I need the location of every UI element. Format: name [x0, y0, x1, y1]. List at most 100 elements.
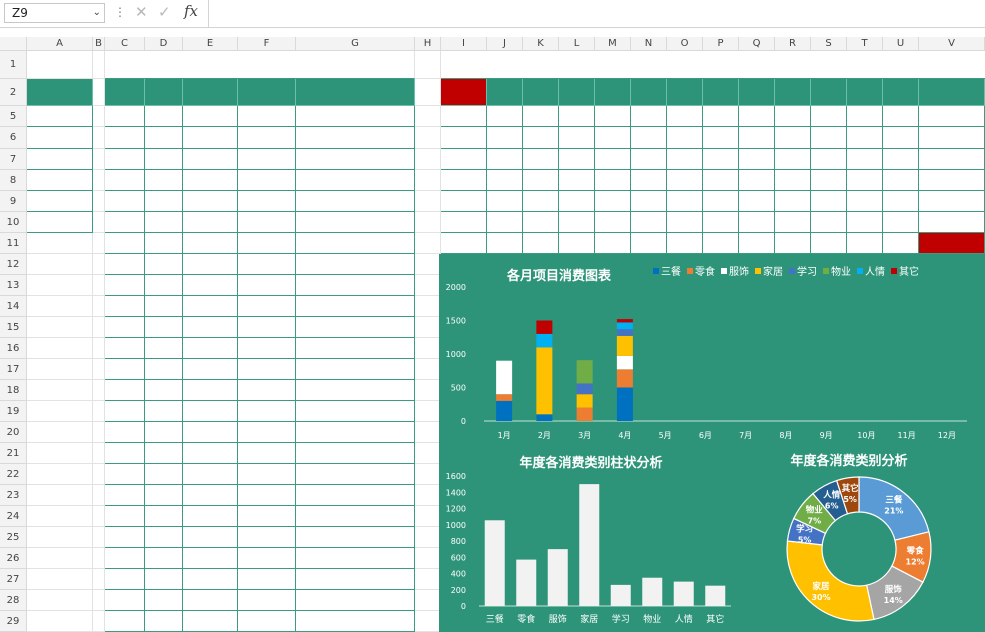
enter-check-icon[interactable]: ✓ — [158, 3, 171, 21]
daily-cell[interactable] — [145, 296, 183, 317]
row-header-20[interactable]: 20 — [0, 422, 27, 443]
daily-cell[interactable] — [145, 359, 183, 380]
annual-cell[interactable] — [847, 127, 883, 149]
cell-H6[interactable] — [415, 127, 441, 149]
annual-cell[interactable] — [919, 212, 985, 233]
category-input-2[interactable] — [27, 127, 93, 149]
daily-cell[interactable] — [105, 401, 145, 422]
daily-cell[interactable] — [296, 275, 415, 296]
daily-cell[interactable] — [183, 170, 238, 191]
daily-empty-cell[interactable] — [145, 611, 183, 632]
annual-cell[interactable] — [595, 191, 631, 212]
annual-cell[interactable] — [667, 106, 703, 127]
daily-cell[interactable] — [183, 106, 238, 127]
daily-cell[interactable] — [145, 548, 183, 569]
daily-cell[interactable] — [296, 127, 415, 149]
cell-B9[interactable] — [93, 191, 105, 212]
daily-cell[interactable] — [296, 106, 415, 127]
daily-empty-cell[interactable] — [105, 569, 145, 590]
annual-cell[interactable] — [523, 106, 559, 127]
cell-B6[interactable] — [93, 127, 105, 149]
cell-H11[interactable] — [415, 233, 441, 254]
annual-row-label[interactable] — [441, 170, 487, 191]
daily-cell[interactable] — [296, 233, 415, 254]
daily-empty-cell[interactable] — [183, 590, 238, 611]
annual-header-6[interactable] — [667, 79, 703, 106]
annual-cell[interactable] — [847, 212, 883, 233]
daily-cell[interactable] — [238, 191, 296, 212]
row-header-16[interactable]: 16 — [0, 338, 27, 359]
column-header-I[interactable]: I — [441, 37, 487, 51]
daily-cell[interactable] — [183, 212, 238, 233]
insert-function-icon[interactable]: fx — [184, 2, 198, 20]
annual-total-cell[interactable] — [775, 233, 811, 254]
daily-cell[interactable] — [145, 380, 183, 401]
cell-H15[interactable] — [415, 317, 441, 338]
annual-total-cell[interactable] — [487, 233, 523, 254]
annual-header-0[interactable] — [441, 79, 487, 106]
chart-area[interactable]: 各月项目消费图表 三餐 零食 服饰 家居 学习 物业 人情 其它 0 500 1000 1500 2000… — [439, 254, 985, 632]
daily-cell[interactable] — [145, 527, 183, 548]
daily-cell[interactable] — [296, 527, 415, 548]
daily-cell[interactable] — [238, 443, 296, 464]
cell-B7[interactable] — [93, 149, 105, 170]
daily-cell[interactable] — [296, 212, 415, 233]
daily-title[interactable] — [105, 51, 415, 79]
annual-cell[interactable] — [559, 191, 595, 212]
cell-B10[interactable] — [93, 212, 105, 233]
row-header-19[interactable]: 19 — [0, 401, 27, 422]
annual-total-cell[interactable] — [595, 233, 631, 254]
annual-cell[interactable] — [631, 170, 667, 191]
cell-A28[interactable] — [27, 590, 93, 611]
cell-A20[interactable] — [27, 422, 93, 443]
daily-cell[interactable] — [105, 254, 145, 275]
daily-cell[interactable] — [145, 485, 183, 506]
column-header-F[interactable]: F — [238, 37, 296, 51]
annual-cell[interactable] — [775, 106, 811, 127]
annual-header-13[interactable] — [919, 79, 985, 106]
annual-cell[interactable] — [559, 149, 595, 170]
cell-H12[interactable] — [415, 254, 441, 275]
annual-cell[interactable] — [919, 170, 985, 191]
cell-H8[interactable] — [415, 170, 441, 191]
daily-cell[interactable] — [145, 149, 183, 170]
daily-header-4[interactable] — [296, 79, 415, 106]
daily-cell[interactable] — [238, 296, 296, 317]
daily-cell[interactable] — [145, 506, 183, 527]
annual-cell[interactable] — [523, 212, 559, 233]
cell-B21[interactable] — [93, 443, 105, 464]
row-header-18[interactable]: 18 — [0, 380, 27, 401]
daily-empty-cell[interactable] — [183, 611, 238, 632]
year-label[interactable] — [27, 51, 93, 79]
cell-A23[interactable] — [27, 485, 93, 506]
daily-cell[interactable] — [238, 359, 296, 380]
annual-cell[interactable] — [487, 106, 523, 127]
annual-total-cell[interactable] — [667, 233, 703, 254]
cell-A15[interactable] — [27, 317, 93, 338]
daily-cell[interactable] — [145, 233, 183, 254]
annual-cell[interactable] — [487, 191, 523, 212]
row-header-13[interactable]: 13 — [0, 275, 27, 296]
annual-row-label[interactable] — [441, 106, 487, 127]
column-header-U[interactable]: U — [883, 37, 919, 51]
daily-cell[interactable] — [183, 359, 238, 380]
daily-cell[interactable] — [183, 233, 238, 254]
daily-cell[interactable] — [238, 548, 296, 569]
cell-A19[interactable] — [27, 401, 93, 422]
annual-cell[interactable] — [739, 106, 775, 127]
category-prompt-header[interactable] — [27, 79, 93, 106]
row-header-10[interactable]: 10 — [0, 212, 27, 233]
annual-header-3[interactable] — [559, 79, 595, 106]
annual-cell[interactable] — [667, 212, 703, 233]
category-input-5[interactable] — [27, 191, 93, 212]
cell-A25[interactable] — [27, 527, 93, 548]
daily-cell[interactable] — [296, 380, 415, 401]
daily-cell[interactable] — [145, 401, 183, 422]
cell-A18[interactable] — [27, 380, 93, 401]
annual-cell[interactable] — [523, 170, 559, 191]
annual-cell[interactable] — [595, 106, 631, 127]
cell-B14[interactable] — [93, 296, 105, 317]
annual-row-label[interactable] — [441, 191, 487, 212]
daily-cell[interactable] — [183, 401, 238, 422]
cell-B28[interactable] — [93, 590, 105, 611]
